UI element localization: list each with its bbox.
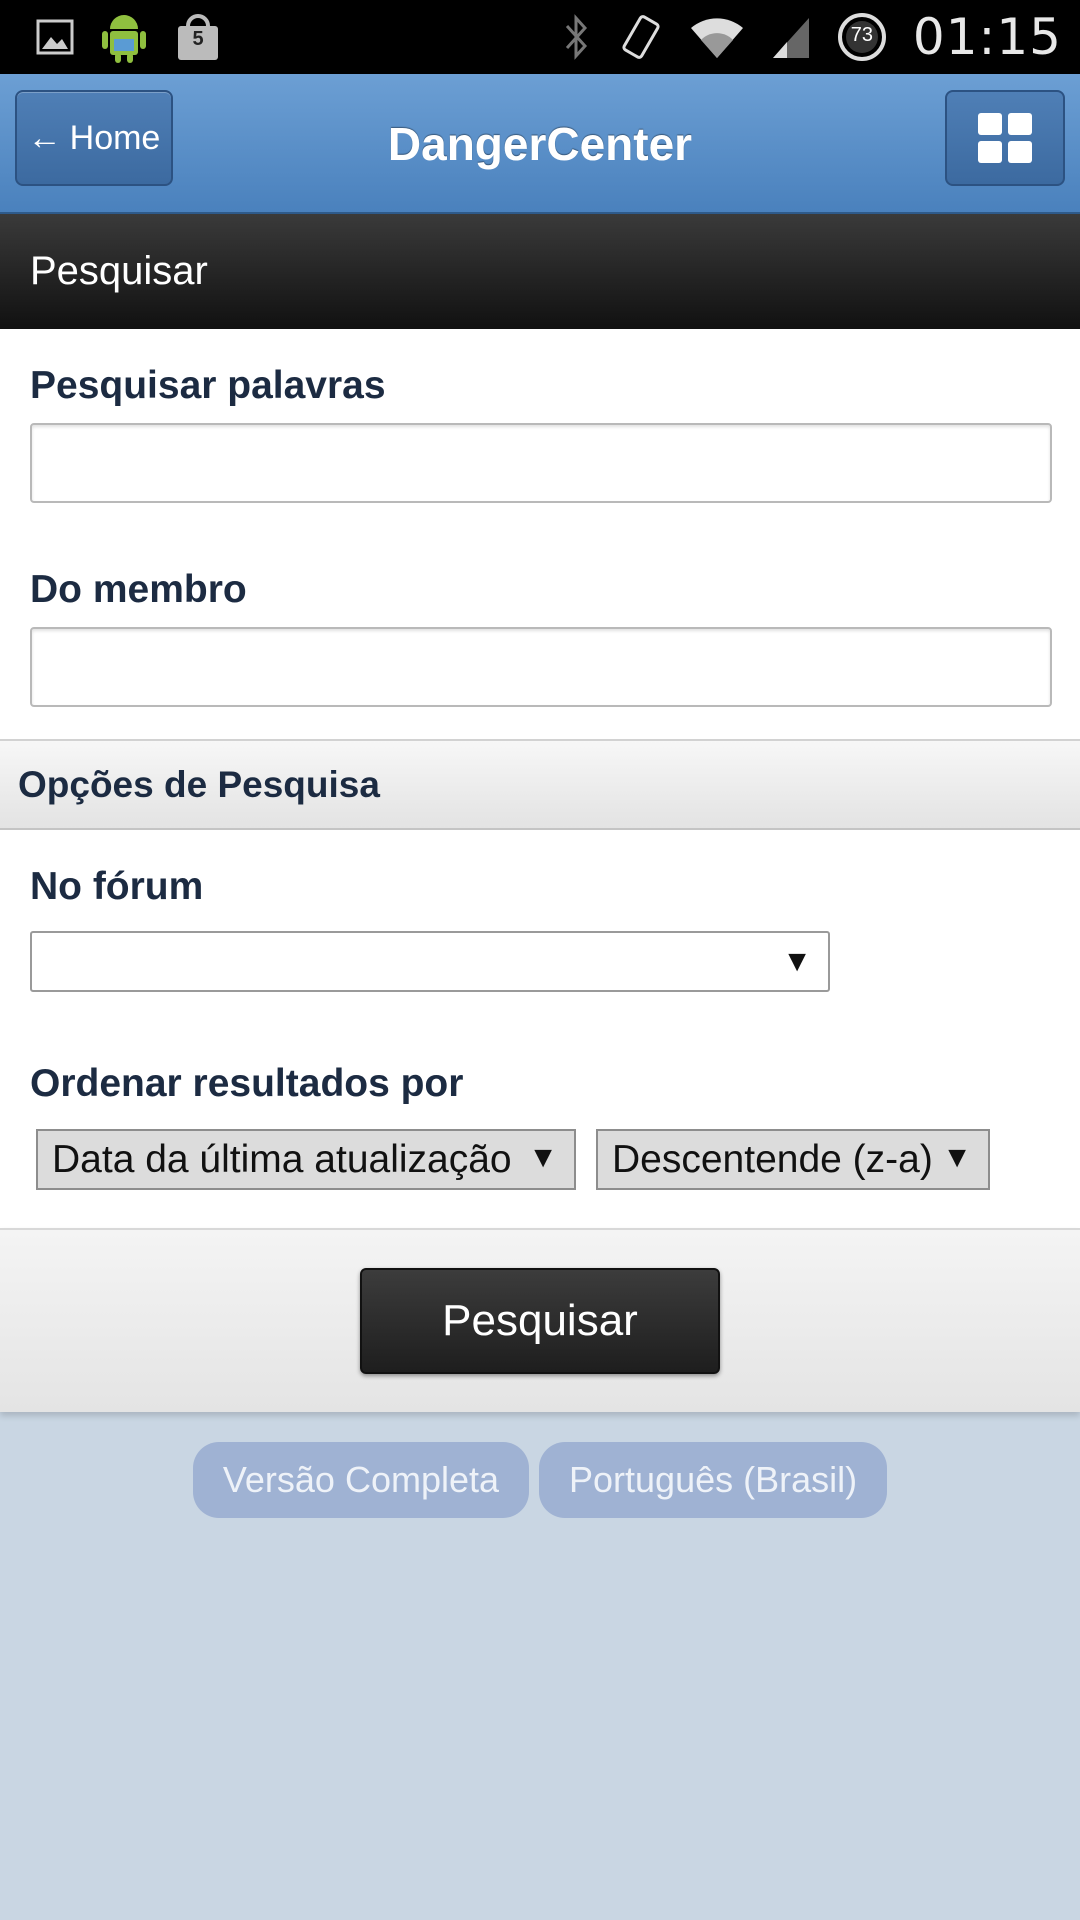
forum-label: No fórum <box>30 865 204 908</box>
home-button-label: Home <box>69 118 161 157</box>
clock: 01:15 <box>912 8 1062 66</box>
image-icon <box>36 19 74 55</box>
order-label: Ordenar resultados por <box>30 1062 464 1105</box>
page-title-bar: Pesquisar <box>0 214 1080 329</box>
vibrate-icon <box>619 12 663 62</box>
order-direction-value: Descentende (z-a) <box>612 1137 933 1181</box>
search-form: Pesquisar palavras Do membro <box>0 329 1080 739</box>
form-actions: Pesquisar <box>0 1228 1080 1412</box>
language-selector[interactable]: Português (Brasil) <box>539 1442 888 1518</box>
arrow-left-icon: ← <box>27 118 62 157</box>
battery-icon: 73 <box>837 12 887 62</box>
full-version-link[interactable]: Versão Completa <box>192 1442 530 1518</box>
grid-icon <box>978 113 1032 163</box>
order-direction-select[interactable]: Descentende (z-a) ▼ <box>596 1129 990 1190</box>
search-button[interactable]: Pesquisar <box>360 1268 720 1374</box>
search-options-title: Opções de Pesquisa <box>18 763 380 805</box>
status-bar-left: 5 <box>36 9 222 65</box>
chevron-down-icon: ▼ <box>782 945 812 978</box>
status-bar-right: 73 01:15 <box>559 8 1062 66</box>
member-label: Do membro <box>30 568 247 611</box>
battery-level: 73 <box>850 24 874 46</box>
footer-links: Versão Completa Português (Brasil) <box>0 1442 1080 1518</box>
shopping-bag-icon: 5 <box>174 12 222 62</box>
signal-icon <box>771 14 811 60</box>
order-field-value: Data da última atualização <box>52 1137 512 1181</box>
search-options-panel: No fórum ▼ Ordenar resultados por Data d… <box>0 830 1080 1228</box>
keywords-input[interactable] <box>30 423 1052 503</box>
page-title: Pesquisar <box>30 249 208 293</box>
chevron-down-icon: ▼ <box>942 1141 972 1174</box>
forum-select[interactable]: ▼ <box>30 931 830 992</box>
chevron-down-icon: ▼ <box>528 1141 558 1174</box>
member-input[interactable] <box>30 627 1052 707</box>
keywords-label: Pesquisar palavras <box>30 364 386 407</box>
wifi-icon <box>689 14 745 60</box>
android-icon <box>100 9 148 65</box>
grid-menu-button[interactable] <box>945 90 1065 186</box>
app-header: ← Home DangerCenter <box>0 74 1080 214</box>
status-bar: 5 73 01:15 <box>0 0 1080 74</box>
search-options-header[interactable]: Opções de Pesquisa <box>0 739 1080 830</box>
bluetooth-icon <box>559 12 593 62</box>
notification-badge: 5 <box>192 28 204 50</box>
order-field-select[interactable]: Data da última atualização ▼ <box>36 1129 576 1190</box>
home-button[interactable]: ← Home <box>15 90 173 186</box>
